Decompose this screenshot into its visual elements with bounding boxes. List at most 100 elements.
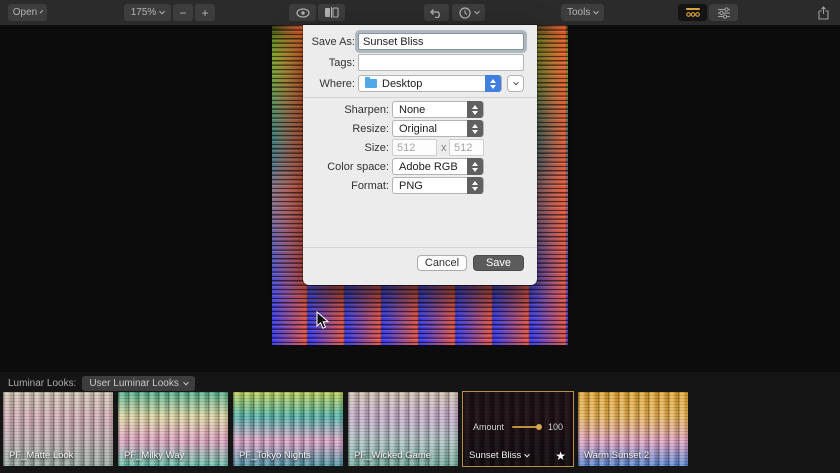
folder-icon [365,79,377,88]
colorspace-label: Color space: [327,161,389,173]
history-button[interactable] [452,4,485,21]
looks-collection-dropdown[interactable]: User Luminar Looks [82,376,194,391]
divider [303,247,537,248]
expand-dialog-button[interactable] [507,75,524,92]
where-label: Where: [320,78,355,90]
look-thumbnail[interactable]: PF_Matte Look [2,391,114,467]
save-button[interactable]: Save [473,255,524,271]
chevron-down-icon [183,379,189,385]
select-stepper-icon [467,120,483,137]
look-label: PF_Milky Way [124,450,184,461]
application-window: Open 175% − + [0,0,840,473]
preview-toggle-button[interactable] [289,4,316,21]
look-amount-label: Amount [473,422,504,432]
top-toolbar: Open 175% − + [0,0,840,25]
format-selected-value: PNG [399,180,423,192]
zoom-level-value: 175% [131,7,157,18]
look-amount-row: Amount 100 [473,422,563,432]
chevron-down-icon [40,9,44,13]
look-label: Sunset Bliss [469,450,529,461]
look-label: PF_Wicked Game [354,450,431,461]
format-select[interactable]: PNG [392,177,484,194]
divider [303,97,537,98]
look-amount-value: 100 [548,422,563,432]
chevron-down-icon [593,8,598,13]
size-label: Size: [365,142,389,154]
compare-button[interactable] [318,4,345,21]
tools-button[interactable]: Tools [561,4,604,21]
chevron-down-icon [474,8,480,14]
open-button[interactable]: Open [8,4,47,21]
look-label-text: PF_Milky Way [124,450,184,461]
where-select[interactable]: Desktop [358,75,502,92]
undo-button[interactable] [424,4,449,21]
undo-arrow-icon [430,7,443,18]
looks-panel-toggle-button[interactable] [678,4,707,21]
select-stepper-icon [467,177,483,194]
format-label: Format: [351,180,389,192]
zoom-level-dropdown[interactable]: 175% [124,4,171,21]
look-label-text: PF_Tokyo Nights [239,450,311,461]
tags-input[interactable] [358,54,524,71]
look-thumbnail[interactable]: PF_Milky Way [117,391,229,467]
share-icon [817,6,830,20]
compare-split-icon [324,7,339,18]
plus-icon: + [201,6,208,20]
look-label: PF_Tokyo Nights [239,450,311,461]
resize-select[interactable]: Original [392,120,484,137]
looks-strip: PF_Matte Look PF_Milky Way PF_Tokyo Nigh… [2,391,689,467]
look-thumbnail[interactable]: Warm Sunset 2 [577,391,689,467]
zoom-out-button[interactable]: − [173,4,193,21]
sharpen-label: Sharpen: [344,104,389,116]
look-label-text: Warm Sunset 2 [584,450,649,461]
luminar-looks-panel: Luminar Looks: User Luminar Looks PF_Mat… [0,372,840,473]
sharpen-selected-value: None [399,104,425,116]
eye-icon [296,8,310,18]
resize-label: Resize: [352,123,389,135]
sharpen-select[interactable]: None [392,101,484,118]
look-label: PF_Matte Look [9,450,73,461]
save-as-label: Save As: [312,36,355,48]
sliders-icon [717,7,731,19]
look-label-text: PF_Matte Look [9,450,73,461]
save-as-input[interactable] [358,33,524,50]
resize-selected-value: Original [399,123,437,135]
size-height-input[interactable] [449,139,484,156]
look-amount-slider[interactable] [512,426,540,428]
look-label-text: PF_Wicked Game [354,450,431,461]
clock-history-icon [459,7,471,19]
select-stepper-icon [467,101,483,118]
looks-collection-label: User Luminar Looks [89,378,178,389]
where-selected-value: Desktop [382,78,422,90]
favorite-star-icon[interactable]: ★ [555,449,566,463]
look-thumbnail[interactable]: Amount 100 Sunset Bliss ★ [462,391,574,467]
edit-panel-toggle-button[interactable] [709,4,738,21]
colorspace-selected-value: Adobe RGB [399,161,458,173]
size-width-input[interactable] [392,139,437,156]
select-stepper-icon [485,75,501,92]
looks-panel-header: Luminar Looks: User Luminar Looks [8,376,195,391]
minus-icon: − [179,6,186,20]
select-stepper-icon [467,158,483,175]
chevron-down-icon [159,8,165,14]
colorspace-select[interactable]: Adobe RGB [392,158,484,175]
mouse-cursor [316,311,329,330]
chevron-down-icon [524,451,530,457]
cancel-button[interactable]: Cancel [417,255,467,271]
look-label-text: Sunset Bliss [469,450,521,461]
look-label: Warm Sunset 2 [584,450,649,461]
look-thumbnail[interactable]: PF_Tokyo Nights [232,391,344,467]
zoom-in-button[interactable]: + [195,4,215,21]
slider-knob[interactable] [536,424,542,430]
save-as-dialog: Save As: Tags: Where: Desktop Sharpen: N… [303,25,537,285]
share-export-button[interactable] [812,4,834,21]
size-separator: x [441,142,447,154]
looks-filmstrip-icon [685,7,701,18]
open-button-label: Open [13,7,37,18]
tools-button-label: Tools [567,7,590,18]
canvas-area: Save As: Tags: Where: Desktop Sharpen: N… [0,25,840,372]
look-thumbnail[interactable]: PF_Wicked Game [347,391,459,467]
chevron-down-icon [513,79,519,85]
looks-panel-title: Luminar Looks: [8,378,76,389]
tags-label: Tags: [329,57,355,69]
